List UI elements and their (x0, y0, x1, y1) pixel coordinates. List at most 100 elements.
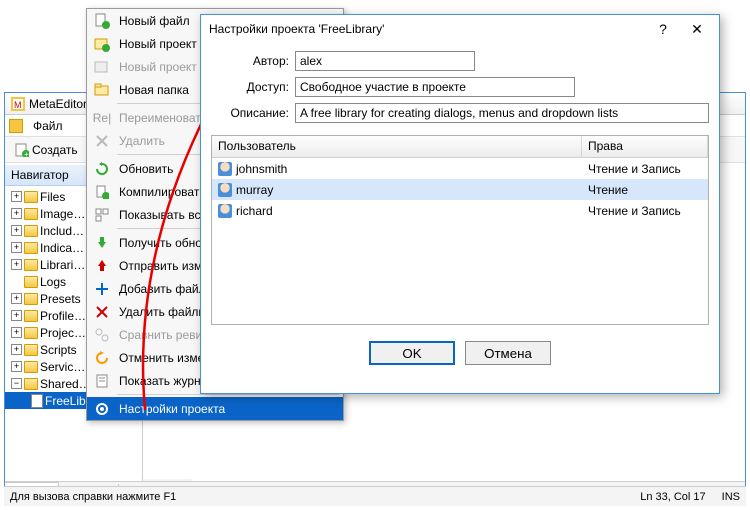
gear-icon (93, 400, 111, 418)
folder-icon (24, 361, 38, 373)
tree-label[interactable]: Includ… (40, 224, 84, 238)
status-position: Ln 33, Col 17 (640, 491, 705, 503)
tree-label[interactable]: Presets (40, 292, 81, 306)
user-cell: murray (236, 183, 273, 197)
menu-file[interactable]: Файл (25, 117, 71, 135)
table-row[interactable]: johnsmith Чтение и Запись (212, 158, 708, 179)
expander-icon[interactable]: + (11, 310, 22, 321)
tree-label[interactable]: Shared… (40, 377, 91, 391)
tree-label[interactable]: Indica… (40, 241, 84, 255)
col-rights[interactable]: Права (582, 136, 708, 157)
folder-icon (24, 310, 38, 322)
add-file-icon (93, 280, 111, 298)
description-label: Описание: (211, 106, 289, 120)
folder-icon (24, 327, 38, 339)
ctx-separator (117, 394, 339, 395)
ctx-label: Обновить (119, 162, 173, 176)
tree-label[interactable]: Profile… (40, 309, 86, 323)
download-icon (93, 234, 111, 252)
refresh-icon (93, 160, 111, 178)
toolbar-create-button[interactable]: + Создать (9, 141, 84, 159)
ctx-label: Удалить файлы (119, 305, 207, 319)
user-cell: johnsmith (236, 162, 287, 176)
app-title: MetaEditor (29, 97, 87, 111)
tree-label[interactable]: Scripts (40, 343, 77, 357)
ctx-label: Удалить (119, 134, 165, 148)
access-label: Доступ: (211, 80, 289, 94)
col-user[interactable]: Пользователь (212, 136, 582, 157)
folder-icon (24, 259, 38, 271)
table-row[interactable]: richard Чтение и Запись (212, 200, 708, 221)
tree-label[interactable]: Servic… (40, 360, 85, 374)
new-folder-icon (93, 81, 111, 99)
user-icon (218, 204, 232, 218)
status-help: Для вызова справки нажмите F1 (10, 491, 176, 503)
folder-icon (24, 378, 38, 390)
expander-icon[interactable]: + (11, 259, 22, 270)
ctx-label: Новый проект (119, 37, 197, 51)
user-cell: richard (236, 204, 273, 218)
ctx-label: Новая папка (119, 83, 189, 97)
tree-label[interactable]: Logs (40, 275, 66, 289)
undo-icon (93, 349, 111, 367)
dialog-close-button[interactable]: ✕ (683, 18, 711, 40)
svg-text:M: M (14, 100, 22, 110)
remove-file-icon (93, 303, 111, 321)
expander-icon[interactable]: + (11, 361, 22, 372)
folder-icon (24, 191, 38, 203)
ctx-label: Новый файл (119, 14, 190, 28)
show-all-icon (93, 206, 111, 224)
app-icon: M (11, 97, 25, 111)
project-settings-dialog: Настройки проекта 'FreeLibrary' ? ✕ Авто… (200, 14, 720, 394)
svg-text:+: + (24, 150, 29, 157)
expander-icon[interactable]: + (11, 293, 22, 304)
expander-icon[interactable]: + (11, 242, 22, 253)
table-header: Пользователь Права (212, 136, 708, 158)
access-input[interactable] (295, 77, 575, 97)
ctx-label: Новый проект (119, 60, 197, 74)
code-area[interactable]: Signal_PriceLevel =0.0; // Price L Signa… (143, 445, 745, 481)
user-icon (218, 162, 232, 176)
folder-icon (24, 293, 38, 305)
new-file-icon: + (15, 143, 29, 157)
table-row-selected[interactable]: murray Чтение (212, 179, 708, 200)
folder-icon (24, 276, 38, 288)
tree-label[interactable]: Librari… (40, 258, 85, 272)
expander-icon[interactable]: + (11, 208, 22, 219)
rights-cell: Чтение и Запись (582, 204, 708, 218)
new-project-icon (93, 58, 111, 76)
ctx-label: Показывать все (119, 208, 207, 222)
toolbar-create-label: Создать (32, 143, 78, 157)
tree-label[interactable]: Files (40, 190, 65, 204)
expander-icon[interactable]: − (11, 378, 22, 389)
compile-icon (93, 183, 111, 201)
folder-icon (24, 225, 38, 237)
menu-app-icon (9, 119, 23, 133)
expander-icon[interactable]: + (11, 191, 22, 202)
cancel-button[interactable]: Отмена (465, 341, 551, 365)
author-label: Автор: (211, 54, 289, 68)
expander-icon[interactable]: + (11, 225, 22, 236)
user-icon (218, 183, 232, 197)
author-input[interactable] (295, 51, 475, 71)
ctx-label: Переименовать (119, 111, 207, 125)
expander-icon[interactable]: + (11, 344, 22, 355)
tree-label[interactable]: Projec… (40, 326, 86, 340)
folder-icon (24, 344, 38, 356)
tree-label[interactable]: Image… (40, 207, 85, 221)
dialog-titlebar[interactable]: Настройки проекта 'FreeLibrary' ? ✕ (201, 15, 719, 43)
rename-icon: Re| (93, 109, 111, 127)
dialog-help-button[interactable]: ? (649, 18, 677, 40)
ctx-label: Компилировать (119, 185, 206, 199)
log-icon (93, 372, 111, 390)
dialog-title: Настройки проекта 'FreeLibrary' (209, 22, 384, 36)
delete-icon (93, 132, 111, 150)
rights-cell: Чтение (582, 183, 708, 197)
new-project-icon (93, 35, 111, 53)
ctx-project-settings[interactable]: Настройки проекта (87, 397, 343, 420)
expander-icon[interactable]: + (11, 327, 22, 338)
expander-icon[interactable] (11, 276, 22, 287)
ok-button[interactable]: OK (369, 341, 455, 365)
ctx-label: Настройки проекта (119, 402, 225, 416)
description-input[interactable] (295, 103, 709, 123)
